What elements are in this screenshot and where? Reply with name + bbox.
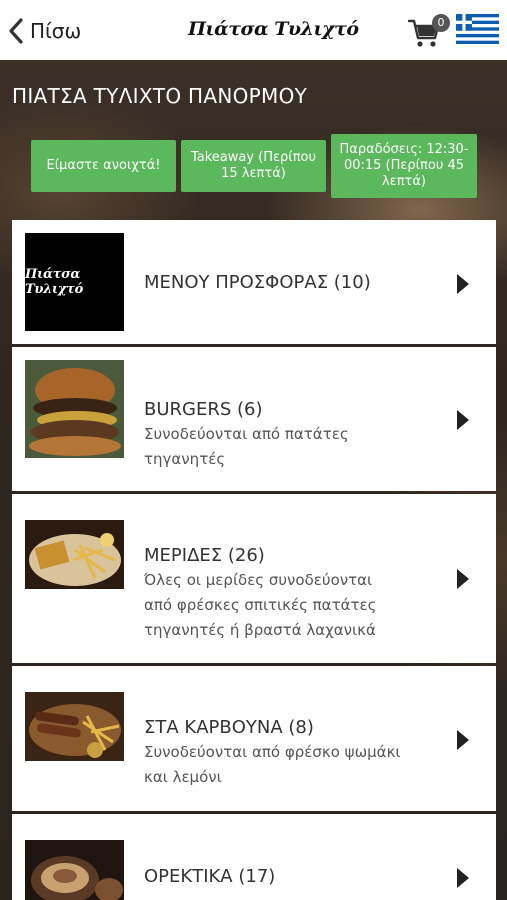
category-title: ΜΕΡΙΔΕΣ (26) (144, 545, 265, 566)
category-description-line: Όλες οι μερίδες συνοδεύονται (144, 571, 373, 589)
takeaway-badge: Takeaway (Περίπου 15 λεπτά) (181, 140, 326, 192)
category-thumbnail (25, 840, 124, 900)
category-description-line: τηγανητές (144, 450, 226, 468)
top-bar: Πίσω Πιάτσα Τυλιχτό 0 (0, 0, 507, 60)
chevron-right-icon (457, 274, 469, 294)
chevron-left-icon (9, 18, 23, 44)
brand-logo: Πιάτσα Τυλιχτό (188, 18, 359, 40)
category-description-line: και λεμόνι (144, 768, 222, 786)
category-description-line: από φρέσκες σπιτικές πατάτες (144, 596, 377, 614)
category-title: BURGERS (6) (144, 399, 263, 420)
chevron-right-icon (457, 410, 469, 430)
back-label: Πίσω (30, 19, 82, 43)
category-list: Πιάτσα Τυλιχτό ΜΕΝΟΥ ΠΡΟΣΦΟΡΑΣ (10) BURG… (12, 220, 496, 900)
category-title: ΜΕΝΟΥ ΠΡΟΣΦΟΡΑΣ (10) (144, 272, 371, 293)
cart-button[interactable]: 0 (408, 14, 450, 48)
category-thumbnail: Πιάτσα Τυλιχτό (25, 233, 124, 331)
greek-flag-icon[interactable] (456, 14, 499, 44)
category-description-line: Συνοδεύονται από πατάτες (144, 425, 349, 443)
category-description: Συνοδεύονται από πατάτες τηγανητές (144, 422, 434, 472)
open-status-badge: Είμαστε ανοιχτά! (31, 140, 176, 192)
chevron-right-icon (457, 730, 469, 750)
category-title: ΟΡΕΚΤΙΚΑ (17) (144, 866, 276, 887)
category-item-appetizers[interactable]: ΟΡΕΚΤΙΚΑ (17) (12, 814, 496, 900)
back-button[interactable]: Πίσω (8, 16, 81, 46)
category-description-line: τηγανητές ή βραστά λαχανικά (144, 621, 376, 639)
category-description: Όλες οι μερίδες συνοδεύονται από φρέσκες… (144, 568, 444, 643)
category-description-line: Συνοδεύονται από φρέσκο ψωμάκι (144, 743, 401, 761)
category-item-portions[interactable]: ΜΕΡΙΔΕΣ (26) Όλες οι μερίδες συνοδεύοντα… (12, 494, 496, 663)
category-item-burgers[interactable]: BURGERS (6) Συνοδεύονται από πατάτες τηγ… (12, 347, 496, 491)
chevron-right-icon (457, 868, 469, 888)
category-item-grill[interactable]: ΣΤΑ ΚΑΡΒΟΥΝΑ (8) Συνοδεύονται από φρέσκο… (12, 666, 496, 811)
restaurant-name: ΠΙΑΤΣΑ ΤΥΛΙΧΤΟ ΠΑΝΟΡΜΟΥ (12, 84, 308, 108)
cart-count-badge: 0 (432, 14, 450, 32)
chevron-right-icon (457, 569, 469, 589)
category-thumbnail (25, 360, 124, 458)
delivery-badge: Παραδόσεις: 12:30-00:15 (Περίπου 45 λεπτ… (331, 134, 477, 198)
category-thumbnail (25, 520, 124, 589)
category-description: Συνοδεύονται από φρέσκο ψωμάκι και λεμόν… (144, 740, 444, 790)
category-thumbnail (25, 692, 124, 761)
category-title: ΣΤΑ ΚΑΡΒΟΥΝΑ (8) (144, 717, 314, 738)
category-item-offer-menu[interactable]: Πιάτσα Τυλιχτό ΜΕΝΟΥ ΠΡΟΣΦΟΡΑΣ (10) (12, 220, 496, 344)
